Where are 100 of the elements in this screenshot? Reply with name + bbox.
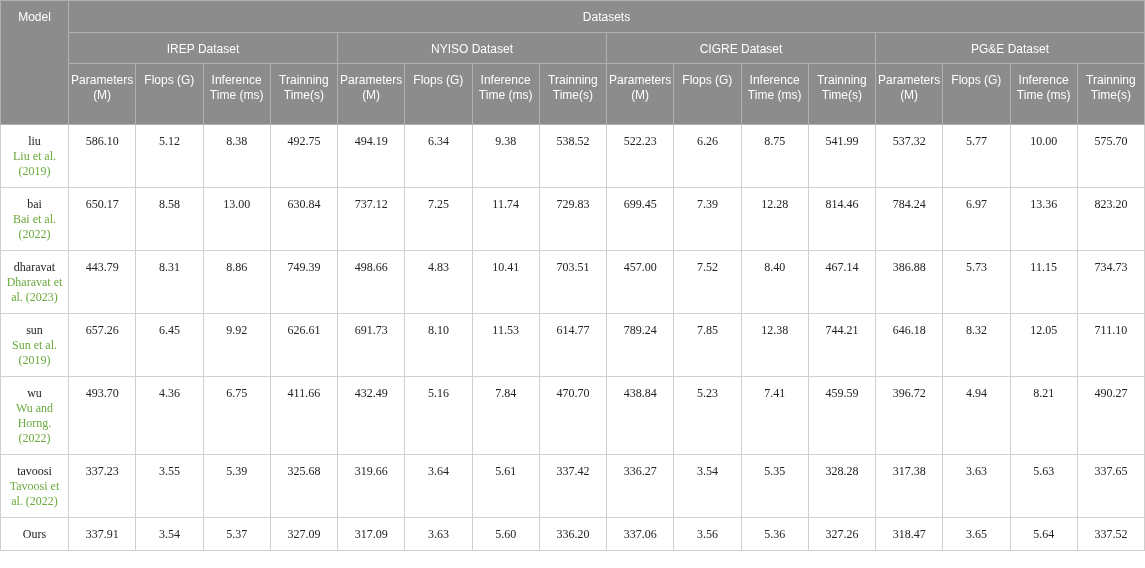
citation-link[interactable]: Bai et al. (2022) [4, 212, 65, 242]
group-header: NYISO Dataset [337, 32, 607, 64]
table-cell: 737.12 [337, 187, 405, 251]
table-cell: 327.09 [270, 517, 338, 551]
table-cell: 586.10 [68, 124, 136, 188]
table-cell: 5.12 [135, 124, 203, 188]
table-cell: 626.61 [270, 313, 338, 377]
table-cell: 3.54 [673, 454, 741, 518]
column-header: Trainning Time(s) [1077, 63, 1145, 125]
column-header: Flops (G) [404, 63, 472, 125]
table-cell: 5.37 [203, 517, 271, 551]
table-cell: 467.14 [808, 250, 876, 314]
column-header: Flops (G) [673, 63, 741, 125]
table-cell: 9.92 [203, 313, 271, 377]
column-header: Inference Time (ms) [203, 63, 271, 125]
model-name: liu [27, 134, 42, 149]
table-cell: 3.54 [135, 517, 203, 551]
model-name: Ours [22, 527, 47, 541]
table-cell: 6.75 [203, 376, 271, 455]
table-cell: 5.16 [404, 376, 472, 455]
table-cell: 432.49 [337, 376, 405, 455]
table-cell: 3.63 [404, 517, 472, 551]
table-cell: 5.60 [472, 517, 540, 551]
table-cell: 814.46 [808, 187, 876, 251]
column-header: Flops (G) [942, 63, 1010, 125]
table-cell: 6.97 [942, 187, 1010, 251]
table-cell: 691.73 [337, 313, 405, 377]
model-name: tavoosi [16, 464, 53, 479]
table-cell: 492.75 [270, 124, 338, 188]
table-cell: 7.84 [472, 376, 540, 455]
table-cell: 729.83 [539, 187, 607, 251]
column-header: Parameters (M) [875, 63, 943, 125]
column-header: Inference Time (ms) [741, 63, 809, 125]
table-cell: 630.84 [270, 187, 338, 251]
model-name: dharavat [12, 260, 57, 275]
table-cell: 317.38 [875, 454, 943, 518]
table-cell: 457.00 [606, 250, 674, 314]
table-cell: 6.26 [673, 124, 741, 188]
table-cell: 522.23 [606, 124, 674, 188]
table-cell: 5.63 [1010, 454, 1078, 518]
table-cell: 3.56 [673, 517, 741, 551]
table-cell: 337.65 [1077, 454, 1145, 518]
table-cell: 336.20 [539, 517, 607, 551]
citation-link[interactable]: Dharavat et al. (2023) [4, 275, 65, 305]
table-cell: 493.70 [68, 376, 136, 455]
table-cell: 5.73 [942, 250, 1010, 314]
table-cell: 8.58 [135, 187, 203, 251]
citation-link[interactable]: Wu and Horng. (2022) [4, 401, 65, 446]
table-cell: 711.10 [1077, 313, 1145, 377]
table-cell: 699.45 [606, 187, 674, 251]
group-header: PG&E Dataset [875, 32, 1145, 64]
table-cell: 12.28 [741, 187, 809, 251]
table-cell: 8.32 [942, 313, 1010, 377]
column-header: Inference Time (ms) [472, 63, 540, 125]
table-cell: 6.34 [404, 124, 472, 188]
table-cell: 494.19 [337, 124, 405, 188]
table-cell: 703.51 [539, 250, 607, 314]
table-cell: 438.84 [606, 376, 674, 455]
table-cell: 328.28 [808, 454, 876, 518]
column-header: Trainning Time(s) [270, 63, 338, 125]
group-header: IREP Dataset [68, 32, 338, 64]
table-cell: 318.47 [875, 517, 943, 551]
table-cell: 498.66 [337, 250, 405, 314]
table-cell: 3.65 [942, 517, 1010, 551]
table-cell: 8.10 [404, 313, 472, 377]
table-cell: 646.18 [875, 313, 943, 377]
citation-link[interactable]: Liu et al. (2019) [4, 149, 65, 179]
table-cell: 8.40 [741, 250, 809, 314]
table-cell: 337.23 [68, 454, 136, 518]
table-cell: 13.36 [1010, 187, 1078, 251]
table-cell: 789.24 [606, 313, 674, 377]
model-name: wu [26, 386, 43, 401]
table-cell: 575.70 [1077, 124, 1145, 188]
table-cell: 11.53 [472, 313, 540, 377]
table-cell: 657.26 [68, 313, 136, 377]
table-cell: 5.64 [1010, 517, 1078, 551]
table-cell: 823.20 [1077, 187, 1145, 251]
citation-link[interactable]: Sun et al. (2019) [4, 338, 65, 368]
table-cell: 541.99 [808, 124, 876, 188]
table-cell: 386.88 [875, 250, 943, 314]
table-cell: 5.61 [472, 454, 540, 518]
table-cell: 6.45 [135, 313, 203, 377]
table-cell: 5.23 [673, 376, 741, 455]
table-cell: 3.64 [404, 454, 472, 518]
citation-link[interactable]: Tavoosi et al. (2022) [4, 479, 65, 509]
column-header: Parameters (M) [68, 63, 136, 125]
table-cell: 12.38 [741, 313, 809, 377]
table-cell: 411.66 [270, 376, 338, 455]
table-cell: 396.72 [875, 376, 943, 455]
table-cell: 336.27 [606, 454, 674, 518]
table-cell: 5.77 [942, 124, 1010, 188]
table-cell: 7.85 [673, 313, 741, 377]
table-cell: 12.05 [1010, 313, 1078, 377]
table-cell: 5.36 [741, 517, 809, 551]
table-cell: 337.91 [68, 517, 136, 551]
table-cell: 10.41 [472, 250, 540, 314]
table-cell: 11.74 [472, 187, 540, 251]
table-cell: 614.77 [539, 313, 607, 377]
table-cell: 3.63 [942, 454, 1010, 518]
table-cell: 9.38 [472, 124, 540, 188]
